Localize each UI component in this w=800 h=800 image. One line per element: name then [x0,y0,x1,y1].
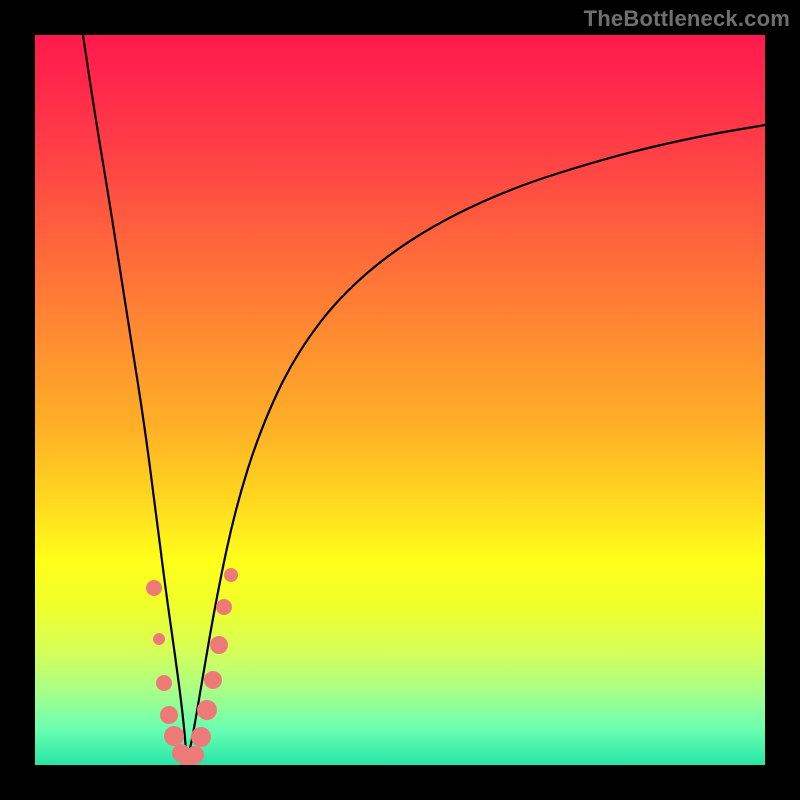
data-dot [197,700,217,720]
data-dot [210,636,228,654]
data-dot [224,568,238,582]
data-dot [191,727,211,747]
data-dot [156,675,172,691]
data-dot [146,580,162,596]
chart-frame: TheBottleneck.com [0,0,800,800]
bottleneck-curve [35,35,765,765]
watermark-text: TheBottleneck.com [584,6,790,32]
data-dot [186,746,204,764]
curve-right [187,125,765,762]
plot-area [35,35,765,765]
data-dot [216,599,232,615]
curve-left [83,35,187,762]
data-dot [160,706,178,724]
data-dot [153,633,165,645]
data-dot [164,726,184,746]
data-dot [204,671,222,689]
data-dots [146,568,238,765]
